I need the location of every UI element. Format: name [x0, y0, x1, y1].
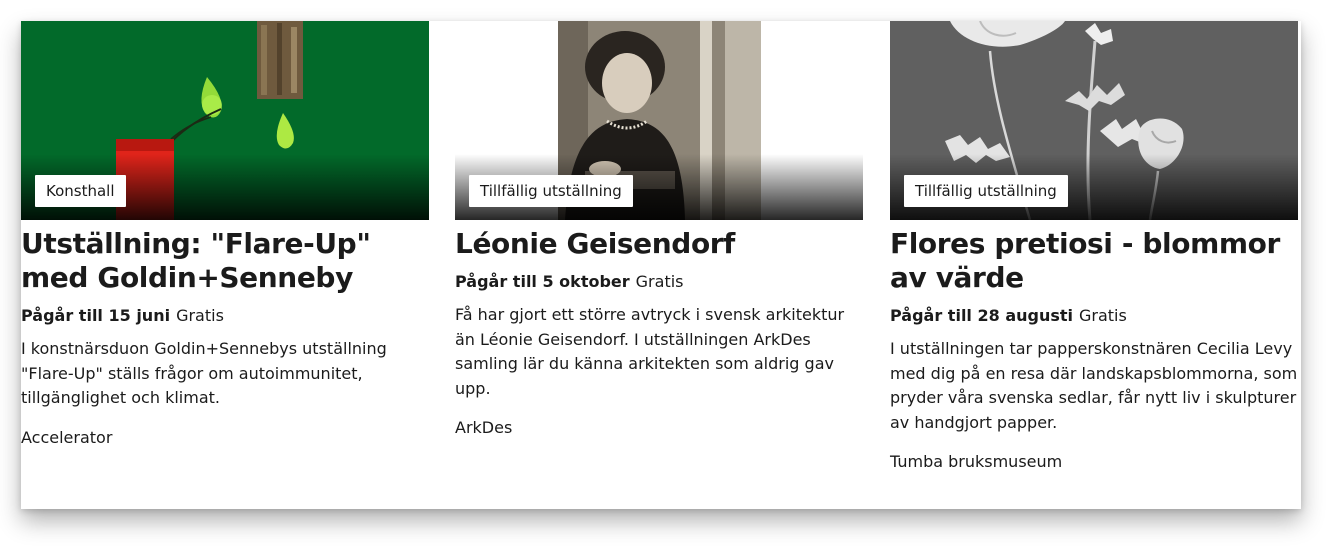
event-image: Tillfällig utställning — [455, 21, 863, 220]
event-image: Konsthall — [21, 21, 429, 220]
event-title[interactable]: Flores pretiosi - blommor av värde — [890, 227, 1298, 295]
category-tag: Tillfällig utställning — [904, 175, 1068, 207]
event-meta: Pågår till 15 juni Gratis — [21, 305, 429, 327]
category-tag: Konsthall — [35, 175, 126, 207]
event-card[interactable]: Konsthall Utställning: "Flare-Up" med Go… — [21, 21, 429, 509]
event-card-link[interactable]: Tillfällig utställning Flores pretiosi -… — [890, 21, 1298, 509]
event-venue: ArkDes — [455, 418, 513, 437]
event-price: Gratis — [176, 306, 224, 325]
event-meta: Pågår till 5 oktober Gratis — [455, 271, 863, 293]
event-card-link[interactable]: Konsthall Utställning: "Flare-Up" med Go… — [21, 21, 429, 509]
category-tag: Tillfällig utställning — [469, 175, 633, 207]
event-description: Få har gjort ett större avtryck i svensk… — [455, 305, 845, 398]
event-price: Gratis — [635, 272, 684, 291]
event-card[interactable]: Tillfällig utställning Léonie Geisendorf… — [455, 21, 863, 509]
event-end-date: Pågår till 15 juni — [21, 306, 171, 325]
event-title[interactable]: Léonie Geisendorf — [455, 227, 863, 261]
event-description: I konstnärsduon Goldin+Sennebys utställn… — [21, 339, 387, 407]
event-card[interactable]: Tillfällig utställning Flores pretiosi -… — [890, 21, 1298, 509]
event-image: Tillfällig utställning — [890, 21, 1298, 220]
event-price: Gratis — [1079, 306, 1127, 325]
event-meta: Pågår till 28 augusti Gratis — [890, 305, 1298, 327]
event-end-date: Pågår till 28 augusti — [890, 306, 1073, 325]
event-card-link[interactable]: Tillfällig utställning Léonie Geisendorf… — [455, 21, 863, 509]
event-title[interactable]: Utställning: "Flare-Up" med Goldin+Senne… — [21, 227, 429, 295]
event-card-list: Konsthall Utställning: "Flare-Up" med Go… — [21, 21, 1301, 509]
event-end-date: Pågår till 5 oktober — [455, 272, 630, 291]
event-venue: Accelerator — [21, 427, 113, 447]
event-venue: Tumba bruksmuseum — [890, 452, 1063, 471]
event-description: I utställningen tar papperskonstnären Ce… — [890, 339, 1298, 432]
